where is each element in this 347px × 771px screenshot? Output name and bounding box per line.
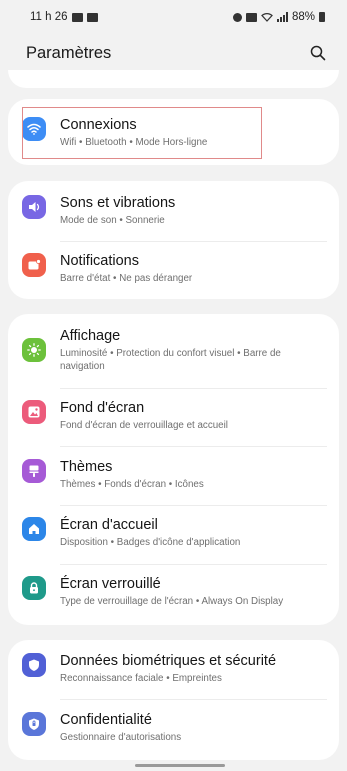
alarm-icon <box>232 12 242 22</box>
settings-group-connections: Connexions Wifi • Bluetooth • Mode Hors-… <box>8 99 339 165</box>
cell-signal-icon <box>276 12 288 22</box>
settings-group-security: Données biométriques et sécurité Reconna… <box>8 640 339 760</box>
divider <box>60 446 327 447</box>
search-icon <box>310 45 326 61</box>
teams-notification-icon <box>86 12 98 22</box>
divider <box>60 699 327 700</box>
brightness-icon <box>22 338 46 362</box>
settings-item-notifications[interactable]: Notifications Barre d'état • Ne pas déra… <box>8 253 339 285</box>
status-time: 11 h 26 <box>30 11 68 23</box>
lock-icon <box>22 576 46 600</box>
settings-item-label: Sons et vibrations <box>60 195 176 211</box>
settings-item-sons-et-vibrations[interactable]: Sons et vibrations Mode de son • Sonneri… <box>8 195 339 227</box>
settings-item-label: Notifications <box>60 253 139 269</box>
wallpaper-icon <box>22 400 46 424</box>
settings-item-affichage[interactable]: Affichage Luminosité • Protection du con… <box>8 328 339 373</box>
settings-item-label: Thèmes <box>60 459 113 475</box>
divider <box>60 388 327 389</box>
shield-icon <box>22 653 46 677</box>
settings-item-fond-d-ecran[interactable]: Fond d'écran Fond d'écran de verrouillag… <box>8 400 339 432</box>
settings-item-ecran-d-accueil[interactable]: Écran d'accueil Disposition • Badges d'i… <box>8 517 339 549</box>
status-bar: 11 h 26 88% <box>0 0 347 34</box>
divider <box>60 241 327 242</box>
settings-group-display: Affichage Luminosité • Protection du con… <box>8 314 339 625</box>
settings-item-subtitle: Wifi • Bluetooth • Mode Hors-ligne <box>60 137 208 148</box>
settings-item-subtitle: Mode de son • Sonnerie <box>60 215 165 226</box>
settings-item-confidentialite[interactable]: Confidentialité Gestionnaire d'autorisat… <box>8 712 339 744</box>
previous-card-edge <box>8 70 339 88</box>
home-indicator[interactable] <box>135 764 225 767</box>
settings-item-subtitle: Barre d'état • Ne pas déranger <box>60 273 193 284</box>
settings-item-label: Fond d'écran <box>60 400 145 416</box>
divider <box>60 564 327 565</box>
settings-item-label: Affichage <box>60 328 121 344</box>
privacy-icon <box>22 712 46 736</box>
settings-item-subtitle: Gestionnaire d'autorisations <box>60 732 182 743</box>
settings-item-subtitle: Luminosité • Protection du confort visue… <box>60 348 281 372</box>
settings-item-subtitle: Disposition • Badges d'icône d'applicati… <box>60 537 241 548</box>
mute-icon <box>245 12 257 22</box>
wifi-signal-icon <box>261 13 273 22</box>
settings-item-label: Confidentialité <box>60 712 152 728</box>
header: Paramètres <box>0 34 347 72</box>
settings-item-subtitle: Thèmes • Fonds d'écran • Icônes <box>60 479 204 490</box>
search-button[interactable] <box>307 42 329 64</box>
brush-icon <box>22 459 46 483</box>
notification-icon <box>22 253 46 277</box>
battery-percent: 88% <box>291 11 315 23</box>
settings-item-donnees-biometriques[interactable]: Données biométriques et sécurité Reconna… <box>8 653 339 685</box>
status-right: 88% <box>232 11 325 23</box>
settings-item-label: Données biométriques et sécurité <box>60 653 277 669</box>
settings-item-subtitle: Fond d'écran de verrouillage et accueil <box>60 420 228 431</box>
gallery-notification-icon <box>71 12 83 22</box>
wifi-icon <box>22 117 46 141</box>
settings-item-themes[interactable]: Thèmes Thèmes • Fonds d'écran • Icônes <box>8 459 339 491</box>
settings-item-label: Connexions <box>60 117 137 133</box>
volume-icon <box>22 195 46 219</box>
divider <box>60 505 327 506</box>
settings-item-ecran-verrouille[interactable]: Écran verrouillé Type de verrouillage de… <box>8 576 339 608</box>
settings-item-subtitle: Reconnaissance faciale • Empreintes <box>60 673 222 684</box>
status-left: 11 h 26 <box>30 11 98 23</box>
home-icon <box>22 517 46 541</box>
settings-item-subtitle: Type de verrouillage de l'écran • Always… <box>60 596 284 607</box>
settings-item-label: Écran verrouillé <box>60 576 161 592</box>
page-title: Paramètres <box>26 43 112 62</box>
settings-item-connexions[interactable]: Connexions Wifi • Bluetooth • Mode Hors-… <box>8 117 339 149</box>
settings-item-label: Écran d'accueil <box>60 517 158 533</box>
battery-icon <box>319 12 325 22</box>
settings-group-sound: Sons et vibrations Mode de son • Sonneri… <box>8 181 339 299</box>
